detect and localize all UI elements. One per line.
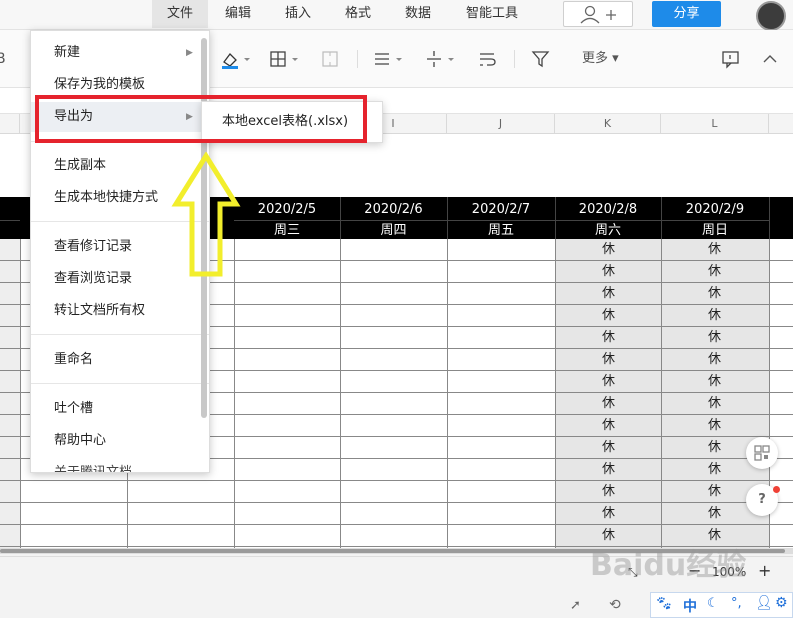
share-button[interactable]: 分享 (652, 1, 721, 27)
column-header-cell[interactable] (0, 114, 20, 134)
rest-day-cell[interactable]: 休 (555, 503, 662, 525)
rest-day-cell[interactable]: 休 (555, 481, 662, 503)
rest-day-cell[interactable]: 休 (555, 459, 662, 481)
menu-item-transfer-ownership[interactable]: 转让文档所有权 (31, 296, 209, 326)
submenu-arrow-icon: ▶ (186, 48, 193, 58)
weekday-cell[interactable] (0, 220, 20, 239)
border-icon[interactable] (268, 48, 302, 70)
settings-icon[interactable]: ⚙ (775, 595, 788, 611)
qr-code-button[interactable] (746, 437, 778, 469)
column-header-j[interactable]: J (447, 114, 555, 134)
rest-day-cell[interactable]: 休 (661, 305, 768, 327)
rest-day-cell[interactable]: 休 (661, 239, 768, 261)
rest-day-cell[interactable]: 休 (555, 261, 662, 283)
menu-item-rename[interactable]: 重命名 (31, 345, 209, 375)
menu-file[interactable]: 文件 (152, 0, 208, 28)
vertical-align-icon[interactable] (424, 48, 458, 70)
menu-item-new[interactable]: 新建 ▶ (31, 38, 209, 68)
highlight-box (35, 95, 367, 143)
fill-color-icon[interactable] (220, 48, 250, 70)
add-user-icon (580, 5, 616, 24)
qr-code-icon (754, 445, 770, 461)
bold-icon[interactable]: B (0, 48, 6, 70)
rest-day-cell[interactable]: 休 (555, 437, 662, 459)
filter-icon[interactable] (530, 48, 552, 70)
history-icon[interactable]: ⟲ (609, 597, 621, 613)
date-cell[interactable]: 2020/2/6 (340, 200, 447, 220)
date-cell[interactable]: 2020/2/9 (661, 200, 769, 220)
menu-item-about[interactable]: 关于腾讯文档 (31, 458, 209, 472)
rest-day-cell[interactable]: 休 (661, 261, 768, 283)
rest-day-cell[interactable]: 休 (661, 327, 768, 349)
menu-item-help-center[interactable]: 帮助中心 (31, 426, 209, 456)
date-cell[interactable]: 2020/2/5 (234, 200, 340, 220)
more-label: 更多 (582, 51, 609, 66)
weekday-cell[interactable]: 周日 (661, 220, 769, 239)
ime-mode[interactable]: 中 (683, 596, 697, 616)
rest-day-cell[interactable]: 休 (661, 415, 768, 437)
user-avatar[interactable] (756, 1, 786, 31)
column-header-k[interactable]: K (555, 114, 661, 134)
paw-icon[interactable]: 🐾︎ (655, 596, 673, 612)
weekday-cell[interactable]: 周五 (447, 220, 555, 239)
menu-data[interactable]: 数据 (394, 0, 442, 28)
zoom-in-button[interactable]: + (758, 561, 771, 580)
menu-insert[interactable]: 插入 (274, 0, 322, 28)
rest-day-cell[interactable]: 休 (555, 393, 662, 415)
ime-toolbar: 🐾︎ 中 ☾ °, 👤︎ ⚙ (650, 592, 793, 618)
rest-day-cell[interactable]: 休 (661, 283, 768, 305)
merge-cells-icon[interactable] (320, 48, 342, 70)
column-header-l[interactable]: L (661, 114, 769, 134)
rest-day-cell[interactable]: 休 (555, 415, 662, 437)
menubar: 文件 编辑 插入 格式 数据 智能工具 分享 (0, 0, 793, 31)
up-arrow-annotation (171, 152, 241, 277)
date-cell[interactable]: 2020/2/8 (555, 200, 661, 220)
rest-day-cell[interactable]: 休 (555, 371, 662, 393)
menu-item-feedback[interactable]: 吐个槽 (31, 394, 209, 424)
weekday-cell[interactable]: 周四 (340, 220, 447, 239)
comment-icon[interactable] (720, 48, 742, 70)
menu-smart-tools[interactable]: 智能工具 (458, 0, 526, 28)
weekday-cell[interactable]: 周六 (555, 220, 661, 239)
punctuation-icon[interactable]: °, (731, 596, 742, 611)
rest-day-cell[interactable]: 休 (555, 349, 662, 371)
rest-day-cell[interactable]: 休 (661, 371, 768, 393)
rest-day-cell[interactable]: 休 (555, 305, 662, 327)
add-collaborator-button[interactable] (563, 1, 633, 27)
menu-item-label: 新建 (54, 45, 81, 60)
align-icon[interactable] (372, 48, 406, 70)
rest-day-cell[interactable]: 休 (661, 393, 768, 415)
wrap-text-icon[interactable] (477, 48, 499, 70)
rest-day-cell[interactable]: 休 (555, 283, 662, 305)
menu-edit[interactable]: 编辑 (214, 0, 262, 28)
collapse-toolbar-icon[interactable] (760, 48, 780, 70)
rest-day-cell[interactable]: 休 (555, 239, 662, 261)
notification-dot (773, 486, 780, 493)
rocket-icon[interactable]: ➚ (570, 598, 581, 613)
rest-day-cell[interactable]: 休 (555, 327, 662, 349)
user-icon[interactable]: 👤︎ (755, 595, 773, 611)
more-button[interactable]: 更多 ▾ (582, 48, 619, 70)
menu-format[interactable]: 格式 (334, 0, 382, 28)
moon-icon[interactable]: ☾ (707, 596, 719, 611)
rest-day-cell[interactable]: 休 (661, 349, 768, 371)
date-cell[interactable]: 2020/2/7 (447, 200, 555, 220)
watermark: Baidu经验 (590, 548, 747, 583)
weekday-cell[interactable]: 周三 (234, 220, 340, 239)
